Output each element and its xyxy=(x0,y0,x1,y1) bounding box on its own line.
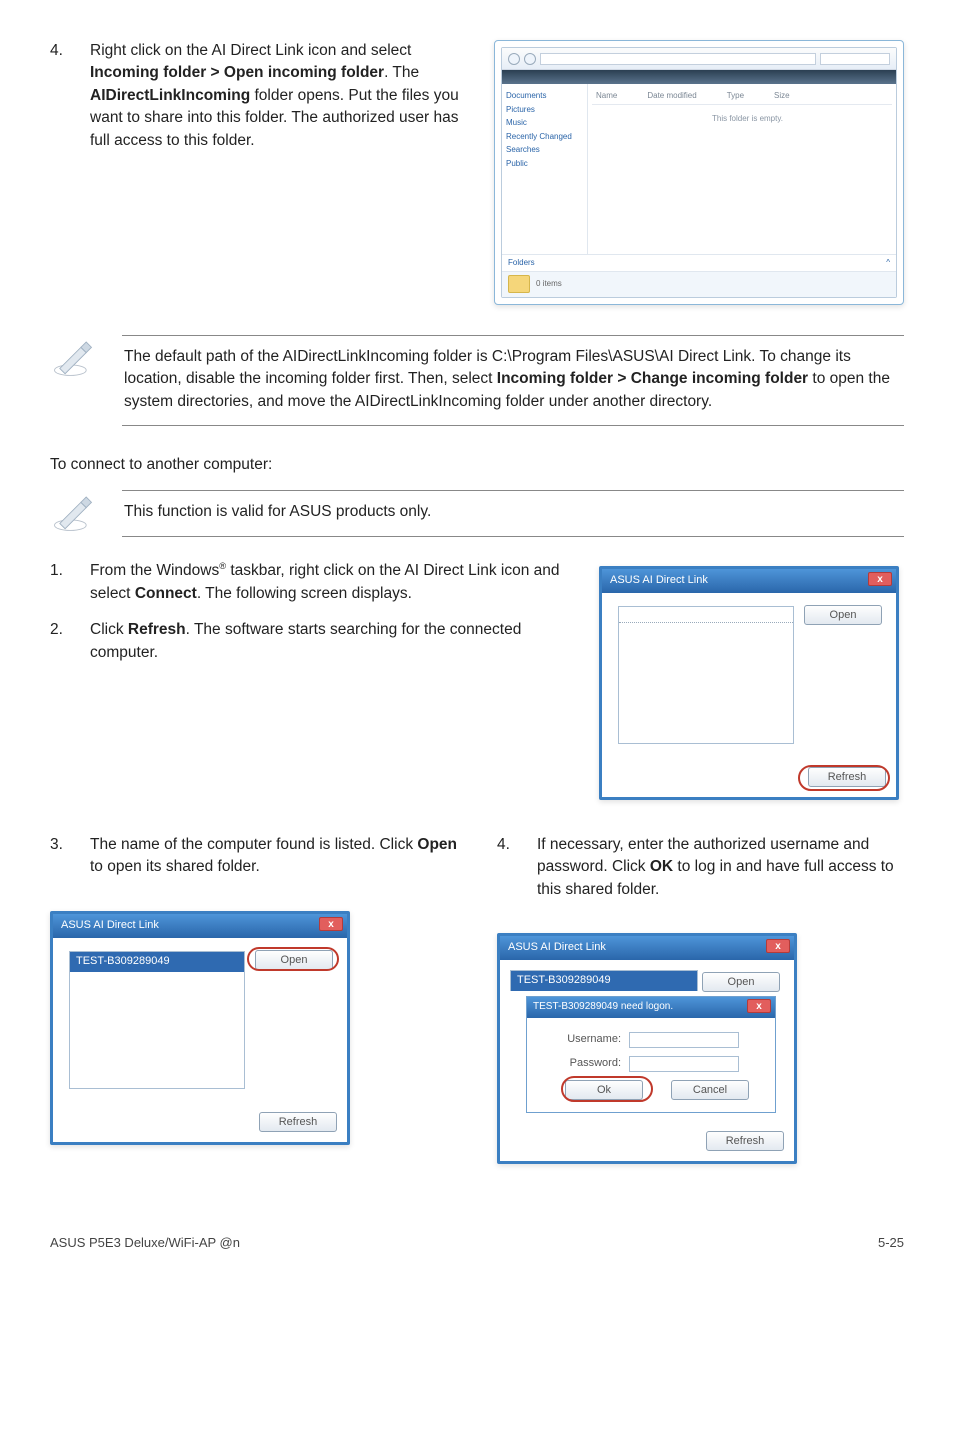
username-label: Username: xyxy=(567,1032,621,1048)
step3-text: The name of the computer found is listed… xyxy=(90,834,457,879)
folders-toggle[interactable]: Folders xyxy=(508,258,535,267)
col[interactable]: Type xyxy=(727,90,744,102)
t: Click xyxy=(90,621,128,638)
t: . The following screen displays. xyxy=(197,585,412,602)
note-box: The default path of the AIDirectLinkInco… xyxy=(122,335,904,426)
t: to open its shared folder. xyxy=(90,858,260,875)
refresh-button[interactable]: Refresh xyxy=(259,1112,337,1132)
t: AIDirectLinkIncoming xyxy=(90,87,250,104)
step4-text: Right click on the AI Direct Link icon a… xyxy=(90,40,469,152)
sidebar-item[interactable]: Documents xyxy=(506,90,583,102)
column-headers: Name Date modified Type Size xyxy=(592,88,892,105)
toolbar xyxy=(502,70,896,84)
col[interactable]: Date modified xyxy=(647,90,696,102)
direct-link-window: ASUS AI Direct Link x TEST-B309289049 Op… xyxy=(50,911,350,1145)
t: Incoming folder > Open incoming folder xyxy=(90,64,384,81)
explorer-window: Documents Pictures Music Recently Change… xyxy=(494,40,904,305)
password-field[interactable] xyxy=(629,1056,739,1072)
list-item[interactable]: TEST-B309289049 xyxy=(70,952,244,972)
step1-text: From the Windows® taskbar, right click o… xyxy=(90,560,574,605)
highlight-oval-icon xyxy=(247,947,339,971)
col[interactable]: Name xyxy=(596,90,617,102)
computer-list[interactable]: TEST-B309289049 xyxy=(69,951,245,1089)
refresh-button[interactable]: Refresh xyxy=(706,1131,784,1151)
step-number: 1. xyxy=(50,560,90,605)
folder-icon xyxy=(508,275,530,293)
list-item[interactable]: TEST-B309289049 xyxy=(510,970,698,991)
open-button[interactable]: Open xyxy=(804,605,882,625)
step-number: 4. xyxy=(50,40,90,152)
open-button[interactable]: Open xyxy=(702,972,780,992)
close-icon[interactable]: x xyxy=(868,572,892,586)
sidebar-item[interactable]: Searches xyxy=(506,144,583,156)
window-titlebar: ASUS AI Direct Link x xyxy=(53,914,347,938)
explorer-sidebar: Documents Pictures Music Recently Change… xyxy=(502,84,588,254)
item-count: 0 items xyxy=(536,278,562,290)
nav-back-icon[interactable] xyxy=(508,53,520,65)
direct-link-window: ASUS AI Direct Link x Open Refresh xyxy=(599,566,899,800)
t: OK xyxy=(650,858,673,875)
col[interactable]: Size xyxy=(774,90,790,102)
note-pencil-icon xyxy=(50,335,98,386)
highlight-oval-icon xyxy=(798,765,890,791)
login-titlebar: TEST-B309289049 need logon. x xyxy=(527,997,775,1018)
close-icon[interactable]: x xyxy=(766,939,790,953)
step-number: 3. xyxy=(50,834,90,879)
window-titlebar: ASUS AI Direct Link x xyxy=(500,936,794,960)
login-dialog: TEST-B309289049 need logon. x Username: … xyxy=(526,996,776,1113)
nav-forward-icon[interactable] xyxy=(524,53,536,65)
sidebar-item[interactable]: Pictures xyxy=(506,104,583,116)
page-number: 5-25 xyxy=(878,1234,904,1253)
t: Open xyxy=(417,836,457,853)
t: Connect xyxy=(135,585,197,602)
login-title-text: TEST-B309289049 need logon. xyxy=(533,1001,673,1012)
sidebar-item[interactable]: Music xyxy=(506,117,583,129)
username-field[interactable] xyxy=(629,1032,739,1048)
t: . The xyxy=(384,64,419,81)
sidebar-item[interactable]: Public xyxy=(506,158,583,170)
direct-link-window: ASUS AI Direct Link x TEST-B309289049 Op… xyxy=(497,933,797,1163)
search-input[interactable] xyxy=(820,53,890,65)
cancel-button[interactable]: Cancel xyxy=(671,1080,749,1100)
address-bar[interactable] xyxy=(540,53,816,65)
window-title: ASUS AI Direct Link xyxy=(508,941,606,953)
connect-heading: To connect to another computer: xyxy=(50,454,904,476)
window-title: ASUS AI Direct Link xyxy=(61,919,159,931)
step2-text: Click Refresh. The software starts searc… xyxy=(90,619,574,664)
window-title: ASUS AI Direct Link xyxy=(610,574,708,586)
close-icon[interactable]: x xyxy=(747,999,771,1013)
chevron-up-icon[interactable]: ^ xyxy=(886,257,890,269)
note-pencil-icon xyxy=(50,490,98,541)
sidebar-item[interactable]: Recently Changed xyxy=(506,131,583,143)
t: Refresh xyxy=(128,621,186,638)
t: The name of the computer found is listed… xyxy=(90,836,417,853)
window-titlebar: ASUS AI Direct Link x xyxy=(602,569,896,593)
t: From the Windows xyxy=(90,562,219,579)
note-box: This function is valid for ASUS products… xyxy=(122,490,904,536)
t: Incoming folder > Change incoming folder xyxy=(497,370,808,387)
t: Right click on the AI Direct Link icon a… xyxy=(90,42,411,59)
step4b-text: If necessary, enter the authorized usern… xyxy=(537,834,904,901)
step-number: 2. xyxy=(50,619,90,664)
step-number: 4. xyxy=(497,834,537,901)
computer-list[interactable] xyxy=(618,606,794,744)
highlight-oval-icon xyxy=(561,1076,653,1102)
footer-left: ASUS P5E3 Deluxe/WiFi-AP @n xyxy=(50,1234,240,1253)
close-icon[interactable]: x xyxy=(319,917,343,931)
empty-message: This folder is empty. xyxy=(592,105,892,125)
password-label: Password: xyxy=(570,1056,621,1072)
